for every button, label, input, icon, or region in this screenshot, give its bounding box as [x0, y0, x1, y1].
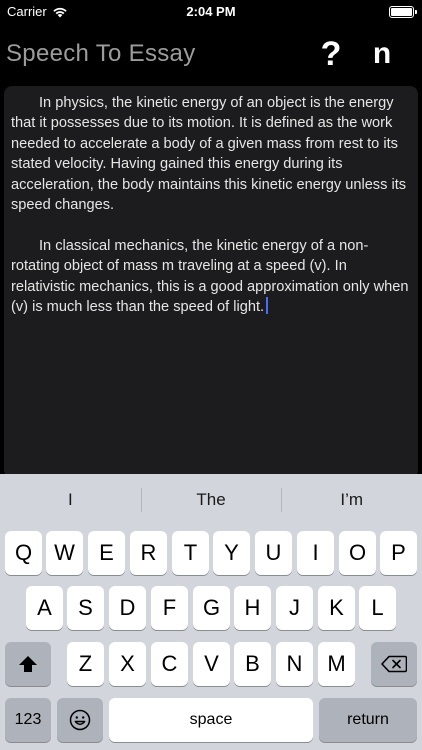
key-p[interactable]: P [380, 531, 417, 575]
key-w[interactable]: W [46, 531, 83, 575]
essay-text-area[interactable]: In physics, the kinetic energy of an obj… [4, 86, 418, 478]
space-key[interactable]: space [109, 698, 313, 742]
key-c[interactable]: C [151, 642, 188, 686]
key-x[interactable]: X [109, 642, 146, 686]
key-f[interactable]: F [151, 586, 188, 630]
key-o[interactable]: O [339, 531, 376, 575]
key-i[interactable]: I [297, 531, 334, 575]
suggestion-item[interactable]: I [0, 474, 141, 526]
key-q[interactable]: Q [5, 531, 42, 575]
shift-arrow-icon [19, 656, 37, 672]
keyboard: I The I’m Q W E R T Y U I O P A S D F G … [0, 474, 422, 750]
key-g[interactable]: G [193, 586, 230, 630]
key-j[interactable]: J [276, 586, 313, 630]
key-l[interactable]: L [359, 586, 396, 630]
essay-paragraph-text: In classical mechanics, the kinetic ener… [11, 237, 409, 316]
app-title: Speech To Essay [6, 40, 196, 67]
emoji-key[interactable] [57, 698, 103, 742]
delete-key[interactable] [371, 642, 417, 686]
battery-icon [389, 6, 417, 18]
key-y[interactable]: Y [213, 531, 250, 575]
key-z[interactable]: Z [67, 642, 104, 686]
key-m[interactable]: M [318, 642, 355, 686]
key-u[interactable]: U [255, 531, 292, 575]
key-n[interactable]: N [276, 642, 313, 686]
key-s[interactable]: S [67, 586, 104, 630]
status-time: 2:04 PM [186, 4, 236, 19]
suggestion-item[interactable]: The [140, 474, 282, 526]
essay-paragraph: In physics, the kinetic energy of an obj… [11, 95, 407, 214]
numbers-key[interactable]: 123 [5, 698, 51, 742]
key-v[interactable]: V [193, 642, 230, 686]
emoji-icon [69, 709, 91, 731]
status-bar: Carrier 2:04 PM [0, 0, 422, 24]
nav-bar: Speech To Essay ? n [0, 24, 422, 84]
key-h[interactable]: H [234, 586, 271, 630]
backspace-icon [381, 655, 407, 673]
essay-text: In physics, the kinetic energy of an obj… [11, 93, 413, 317]
key-e[interactable]: E [88, 531, 125, 575]
essay-paragraph: In classical mechanics, the kinetic ener… [11, 236, 413, 318]
key-r[interactable]: R [130, 531, 167, 575]
return-key[interactable]: return [319, 698, 417, 742]
suggestion-bar: I The I’m [0, 474, 422, 526]
key-t[interactable]: T [172, 531, 209, 575]
n-button[interactable]: n [369, 34, 395, 74]
key-k[interactable]: K [318, 586, 355, 630]
text-cursor [266, 297, 269, 315]
shift-key[interactable] [5, 642, 51, 686]
key-b[interactable]: B [234, 642, 271, 686]
help-button[interactable]: ? [318, 34, 344, 74]
key-d[interactable]: D [109, 586, 146, 630]
suggestion-item[interactable]: I’m [281, 474, 422, 526]
key-a[interactable]: A [26, 586, 63, 630]
